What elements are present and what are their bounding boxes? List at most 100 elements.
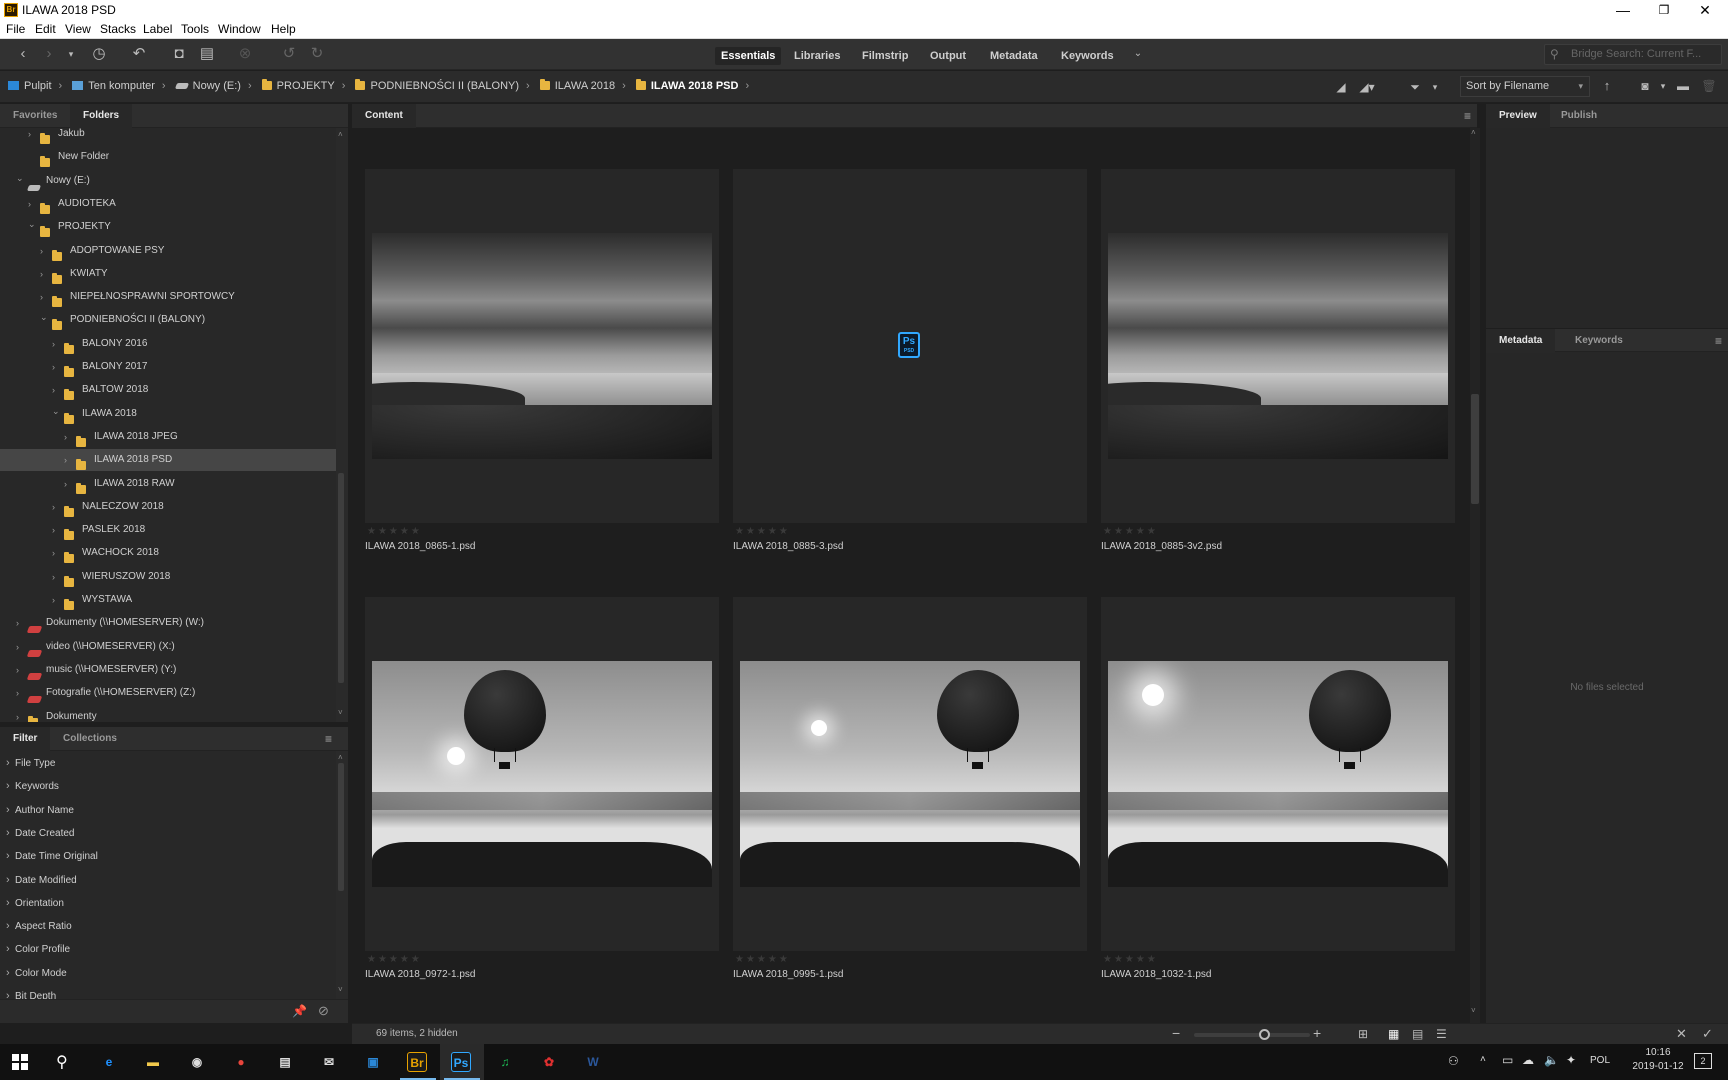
- quality-icon[interactable]: ◢: [1332, 78, 1350, 96]
- filter-category[interactable]: Date Created: [0, 822, 336, 845]
- chevron-right-icon[interactable]: ›: [40, 263, 50, 285]
- menu-label[interactable]: Label: [143, 22, 172, 36]
- scroll-down-icon[interactable]: ˅: [1471, 1006, 1476, 1015]
- chevron-right-icon[interactable]: ›: [28, 193, 38, 215]
- scroll-down-icon[interactable]: ˅: [338, 985, 343, 994]
- tab-collections[interactable]: Collections: [50, 727, 130, 751]
- chevron-right-icon[interactable]: ›: [64, 473, 74, 495]
- chevron-right-icon[interactable]: ›: [52, 519, 62, 541]
- menu-help[interactable]: Help: [271, 22, 296, 36]
- scroll-up-icon[interactable]: ˄: [338, 753, 343, 762]
- filter-category[interactable]: File Type: [0, 752, 336, 775]
- thumbnail-cell[interactable]: [365, 597, 719, 951]
- folder-tree-item[interactable]: › video (\\HOMESERVER) (X:): [0, 636, 336, 658]
- onedrive-icon[interactable]: ☁: [1522, 1053, 1534, 1067]
- folder-tree-item[interactable]: › KWIATY: [0, 263, 336, 285]
- tab-favorites[interactable]: Favorites: [0, 104, 70, 128]
- workspace-metadata[interactable]: Metadata: [984, 47, 1044, 65]
- scroll-down-icon[interactable]: ˅: [338, 708, 343, 717]
- folder-tree-item[interactable]: › BALONY 2016: [0, 333, 336, 355]
- taskbar-app-spotify[interactable]: ♫: [484, 1044, 528, 1080]
- folder-tree-item[interactable]: › WYSTAWA: [0, 589, 336, 611]
- filter-category[interactable]: Orientation: [0, 892, 336, 915]
- thumbnail-filename[interactable]: ILAWA 2018_0885-3v2.psd: [1101, 541, 1222, 552]
- rating-stars[interactable]: ★★★★★: [367, 526, 422, 537]
- taskbar-app-store[interactable]: ▤: [264, 1044, 308, 1080]
- tab-keywords[interactable]: Keywords: [1562, 329, 1636, 353]
- windows-start-icon[interactable]: [12, 1054, 28, 1070]
- dropbox-icon[interactable]: ✦: [1566, 1053, 1576, 1067]
- chevron-right-icon[interactable]: ›: [64, 449, 74, 471]
- menu-stacks[interactable]: Stacks: [100, 22, 136, 36]
- thumbnail-filename[interactable]: ILAWA 2018_0865-1.psd: [365, 541, 475, 552]
- folder-tree-item[interactable]: › BALONY 2017: [0, 356, 336, 378]
- filter-category[interactable]: Color Profile: [0, 938, 336, 961]
- forward-arrow-icon[interactable]: ›: [40, 45, 58, 63]
- refine-icon[interactable]: ▤: [198, 45, 216, 63]
- notifications-icon[interactable]: 2: [1694, 1053, 1712, 1069]
- view-list-icon[interactable]: ☰: [1436, 1027, 1447, 1041]
- workspace-keywords[interactable]: Keywords: [1055, 47, 1120, 65]
- chevron-right-icon[interactable]: ›: [28, 128, 38, 145]
- tab-publish[interactable]: Publish: [1548, 104, 1610, 128]
- breadcrumb-item[interactable]: ILAWA 2018: [539, 79, 615, 92]
- chevron-down-icon[interactable]: ▾: [62, 45, 80, 63]
- breadcrumb-item-current[interactable]: ILAWA 2018 PSD: [635, 79, 738, 92]
- folder-tree-item[interactable]: New Folder: [0, 146, 336, 168]
- chevron-right-icon[interactable]: ›: [52, 333, 62, 355]
- thumbnail-cell[interactable]: [365, 169, 719, 523]
- chevron-right-icon[interactable]: ›: [52, 542, 62, 564]
- menu-file[interactable]: File: [6, 22, 25, 36]
- thumbnail-filename[interactable]: ILAWA 2018_0995-1.psd: [733, 969, 843, 980]
- chevron-right-icon[interactable]: ›: [16, 706, 26, 723]
- taskbar-app-edge[interactable]: e: [88, 1044, 132, 1080]
- folder-tree-item[interactable]: › BALTOW 2018: [0, 379, 336, 401]
- language-indicator[interactable]: POL: [1590, 1055, 1610, 1066]
- accept-icon[interactable]: ✓: [1702, 1026, 1713, 1042]
- taskbar-app-word[interactable]: W: [572, 1044, 616, 1080]
- rating-stars[interactable]: ★★★★★: [367, 954, 422, 965]
- folder-tree-item[interactable]: › Dokumenty: [0, 706, 336, 723]
- zoom-in-button[interactable]: +: [1313, 1025, 1321, 1041]
- folder-tree-item[interactable]: › ILAWA 2018 JPEG: [0, 426, 336, 448]
- lock-thumbnail-grid-icon[interactable]: ⊞: [1358, 1027, 1368, 1041]
- folder-tree-item[interactable]: › NIEPEŁNOSPRAWNI SPORTOWCY: [0, 286, 336, 308]
- tray-chevron-icon[interactable]: ˄: [1480, 1054, 1486, 1065]
- chevron-right-icon[interactable]: ›: [52, 379, 62, 401]
- chevron-right-icon[interactable]: ›: [40, 240, 50, 262]
- chevron-right-icon[interactable]: ›: [64, 426, 74, 448]
- folder-tree-item[interactable]: › Dokumenty (\\HOMESERVER) (W:): [0, 612, 336, 634]
- filter-category[interactable]: Date Time Original: [0, 845, 336, 868]
- sort-ascending-icon[interactable]: ↑: [1598, 77, 1616, 95]
- tab-folders[interactable]: Folders: [70, 104, 133, 128]
- folder-tree-item[interactable]: › NALECZOW 2018: [0, 496, 336, 518]
- folder-tree-item[interactable]: › Jakub: [0, 128, 336, 145]
- trash-icon[interactable]: 🗑: [1700, 77, 1718, 95]
- open-recent-icon[interactable]: ◙: [1636, 77, 1654, 95]
- menu-window[interactable]: Window: [218, 22, 261, 36]
- rotate-right-icon[interactable]: ↻: [308, 45, 326, 63]
- taskbar-app-photoshop[interactable]: Ps: [440, 1044, 484, 1080]
- workspace-more-icon[interactable]: ⌄: [1129, 45, 1147, 63]
- chevron-right-icon[interactable]: ›: [16, 659, 26, 681]
- history-icon[interactable]: ◷: [90, 45, 108, 63]
- chevron-right-icon[interactable]: ›: [40, 286, 50, 308]
- panel-menu-icon[interactable]: ≡: [325, 732, 332, 746]
- filter-scrollbar[interactable]: ˄ ˅: [336, 751, 348, 999]
- folder-tree-item[interactable]: › AUDIOTEKA: [0, 193, 336, 215]
- taskbar-app-chrome[interactable]: ●: [220, 1044, 264, 1080]
- pin-icon[interactable]: 📌: [292, 1004, 307, 1018]
- workspace-filmstrip[interactable]: Filmstrip: [856, 47, 914, 65]
- taskbar-app-bridge[interactable]: Br: [396, 1044, 440, 1080]
- zoom-out-button[interactable]: −: [1172, 1025, 1180, 1041]
- thumbnail-size-slider[interactable]: [1194, 1029, 1310, 1040]
- search-icon[interactable]: ⚲: [56, 1052, 68, 1072]
- menu-edit[interactable]: Edit: [35, 22, 56, 36]
- folder-tree-item[interactable]: › Fotografie (\\HOMESERVER) (Z:): [0, 682, 336, 704]
- workspace-essentials[interactable]: Essentials: [715, 47, 782, 65]
- chevron-down-icon[interactable]: ⌄: [28, 213, 38, 235]
- folder-tree-item[interactable]: › ADOPTOWANE PSY: [0, 240, 336, 262]
- folder-tree-item[interactable]: › music (\\HOMESERVER) (Y:): [0, 659, 336, 681]
- thumbnail-filename[interactable]: ILAWA 2018_0885-3.psd: [733, 541, 843, 552]
- new-folder-icon[interactable]: ▬: [1674, 77, 1692, 95]
